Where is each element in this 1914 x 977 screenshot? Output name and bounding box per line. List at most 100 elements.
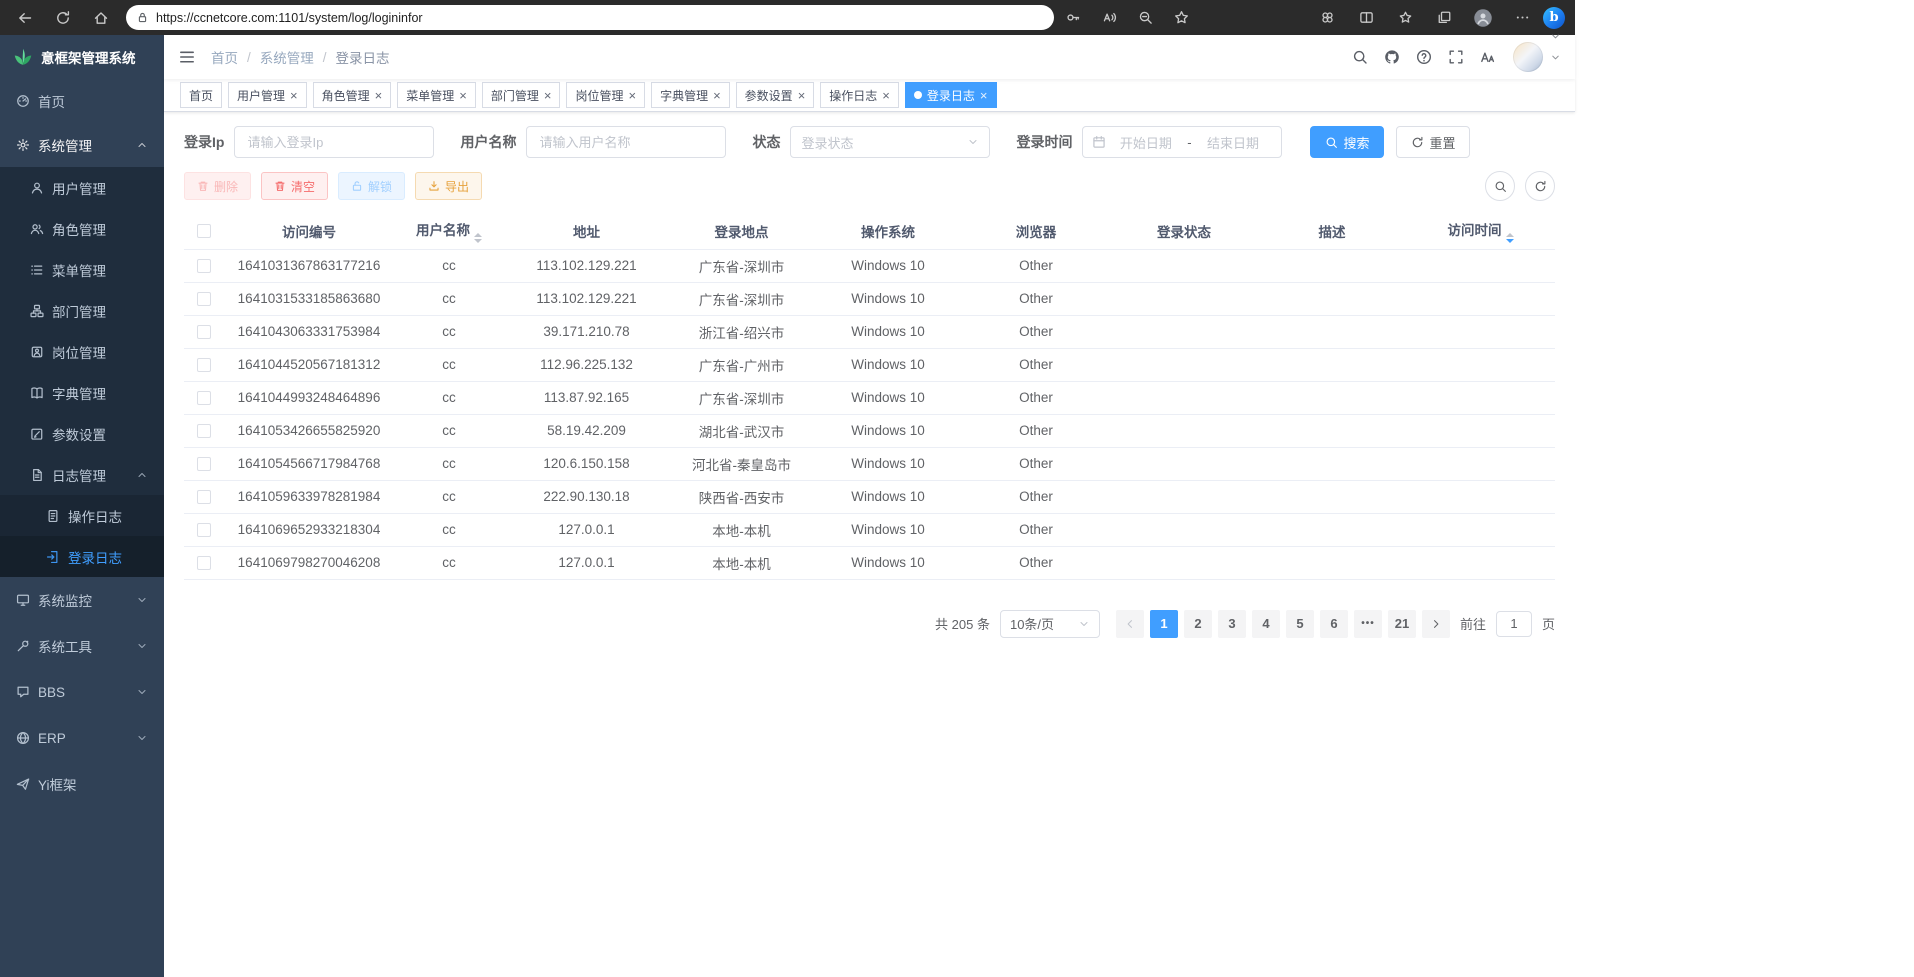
close-tab-icon[interactable]: × (882, 89, 890, 102)
search-icon[interactable] (1347, 44, 1373, 70)
breadcrumb-item-0[interactable]: 首页 (211, 47, 238, 67)
row-checkbox[interactable] (197, 490, 211, 504)
collections-icon[interactable] (1429, 4, 1459, 32)
row-checkbox[interactable] (197, 391, 211, 405)
profile-icon[interactable] (1468, 4, 1498, 32)
date-range-picker[interactable]: 开始日期 - 结束日期 (1082, 126, 1282, 158)
more-pages-button[interactable]: ••• (1354, 610, 1382, 638)
sidebar-item-param-settings[interactable]: 参数设置 (0, 413, 164, 454)
extensions-icon[interactable] (1312, 4, 1342, 32)
sidebar-item-post-management[interactable]: 岗位管理 (0, 331, 164, 372)
export-button[interactable]: 导出 (415, 172, 482, 200)
page-button-2[interactable]: 2 (1184, 610, 1212, 638)
favorite-star-icon[interactable] (1166, 4, 1196, 32)
sort-carets-icon[interactable] (1506, 233, 1514, 243)
page-button-1[interactable]: 1 (1150, 610, 1178, 638)
row-checkbox[interactable] (197, 358, 211, 372)
tab-menu-management[interactable]: 菜单管理× (397, 82, 476, 108)
question-icon[interactable] (1411, 44, 1437, 70)
read-aloud-icon[interactable] (1094, 4, 1124, 32)
back-icon[interactable] (10, 4, 40, 32)
tab-param-settings[interactable]: 参数设置× (736, 82, 815, 108)
sidebar-item-menu-management[interactable]: 菜单管理 (0, 249, 164, 290)
row-checkbox[interactable] (197, 457, 211, 471)
collapse-chevron-icon[interactable] (1550, 31, 1561, 42)
close-tab-icon[interactable]: × (980, 89, 988, 102)
home-icon[interactable] (86, 4, 116, 32)
tab-operation-log[interactable]: 操作日志× (820, 82, 899, 108)
breadcrumb-item-1[interactable]: 系统管理 (260, 47, 314, 67)
page-button-4[interactable]: 4 (1252, 610, 1280, 638)
close-tab-icon[interactable]: × (459, 89, 467, 102)
sidebar-item-home[interactable]: 首页 (0, 79, 164, 123)
tab-dict-management[interactable]: 字典管理× (651, 82, 730, 108)
sidebar-item-erp[interactable]: ERP (0, 715, 164, 761)
reset-button[interactable]: 重置 (1396, 126, 1470, 158)
close-tab-icon[interactable]: × (628, 89, 636, 102)
close-tab-icon[interactable]: × (798, 89, 806, 102)
page-size-select[interactable]: 10条/页 (1000, 610, 1100, 638)
sidebar-item-operation-log[interactable]: 操作日志 (0, 495, 164, 536)
username-input[interactable] (526, 126, 726, 158)
tab-dept-management[interactable]: 部门管理× (482, 82, 561, 108)
page-button-3[interactable]: 3 (1218, 610, 1246, 638)
sidebar-item-dict-management[interactable]: 字典管理 (0, 372, 164, 413)
sidebar-item-yi-framework[interactable]: Yi框架 (0, 761, 164, 807)
toggle-search-button[interactable] (1485, 171, 1515, 201)
zoom-out-icon[interactable] (1130, 4, 1160, 32)
sidebar-item-role-management[interactable]: 角色管理 (0, 208, 164, 249)
row-checkbox[interactable] (197, 523, 211, 537)
close-tab-icon[interactable]: × (290, 89, 298, 102)
clear-button[interactable]: 清空 (261, 172, 328, 200)
unlock-button[interactable]: 解锁 (338, 172, 405, 200)
avatar-dropdown-caret-icon[interactable] (1550, 52, 1561, 63)
close-tab-icon[interactable]: × (713, 89, 721, 102)
sidebar-item-system-management[interactable]: 系统管理 (0, 123, 164, 167)
page-button-6[interactable]: 6 (1320, 610, 1348, 638)
page-button-5[interactable]: 5 (1286, 610, 1314, 638)
next-page-button[interactable] (1422, 610, 1450, 638)
tab-post-management[interactable]: 岗位管理× (566, 82, 645, 108)
favorites-bar-icon[interactable] (1390, 4, 1420, 32)
refresh-icon[interactable] (48, 4, 78, 32)
split-screen-icon[interactable] (1351, 4, 1381, 32)
tab-login-log[interactable]: 登录日志× (905, 82, 997, 108)
key-icon[interactable] (1058, 4, 1088, 32)
sidebar-item-dept-management[interactable]: 部门管理 (0, 290, 164, 331)
bing-copilot-icon[interactable]: b (1543, 7, 1565, 29)
sort-carets-icon[interactable] (474, 233, 482, 243)
more-icon[interactable] (1507, 4, 1537, 32)
tab-home[interactable]: 首页 (180, 82, 222, 108)
fullscreen-icon[interactable] (1443, 44, 1469, 70)
column-header-user-name[interactable]: 用户名称 (394, 213, 504, 249)
sidebar-item-system-monitor[interactable]: 系统监控 (0, 577, 164, 623)
close-tab-icon[interactable]: × (375, 89, 383, 102)
search-button[interactable]: 搜索 (1310, 126, 1384, 158)
refresh-table-button[interactable] (1525, 171, 1555, 201)
delete-button[interactable]: 删除 (184, 172, 251, 200)
prev-page-button[interactable] (1116, 610, 1144, 638)
status-select[interactable]: 登录状态 (790, 126, 990, 158)
sidebar-item-user-management[interactable]: 用户管理 (0, 167, 164, 208)
row-checkbox[interactable] (197, 424, 211, 438)
sidebar-item-login-log[interactable]: 登录日志 (0, 536, 164, 577)
goto-page-input[interactable] (1496, 611, 1532, 637)
row-checkbox[interactable] (197, 556, 211, 570)
user-avatar[interactable] (1513, 42, 1543, 72)
column-header-visit-time[interactable]: 访问时间 (1406, 213, 1555, 249)
sidebar-item-system-tools[interactable]: 系统工具 (0, 623, 164, 669)
sidebar-item-bbs[interactable]: BBS (0, 669, 164, 715)
sidebar-toggle-icon[interactable] (178, 48, 196, 66)
row-checkbox[interactable] (197, 292, 211, 306)
sidebar-item-log-management[interactable]: 日志管理 (0, 454, 164, 495)
row-checkbox[interactable] (197, 259, 211, 273)
tab-role-management[interactable]: 角色管理× (313, 82, 392, 108)
page-button-21[interactable]: 21 (1388, 610, 1416, 638)
close-tab-icon[interactable]: × (544, 89, 552, 102)
tab-user-management[interactable]: 用户管理× (228, 82, 307, 108)
text-size-icon[interactable] (1475, 44, 1501, 70)
github-icon[interactable] (1379, 44, 1405, 70)
address-bar[interactable]: https://ccnetcore.com:1101/system/log/lo… (126, 5, 1054, 30)
login-ip-input[interactable] (234, 126, 434, 158)
row-checkbox[interactable] (197, 325, 211, 339)
